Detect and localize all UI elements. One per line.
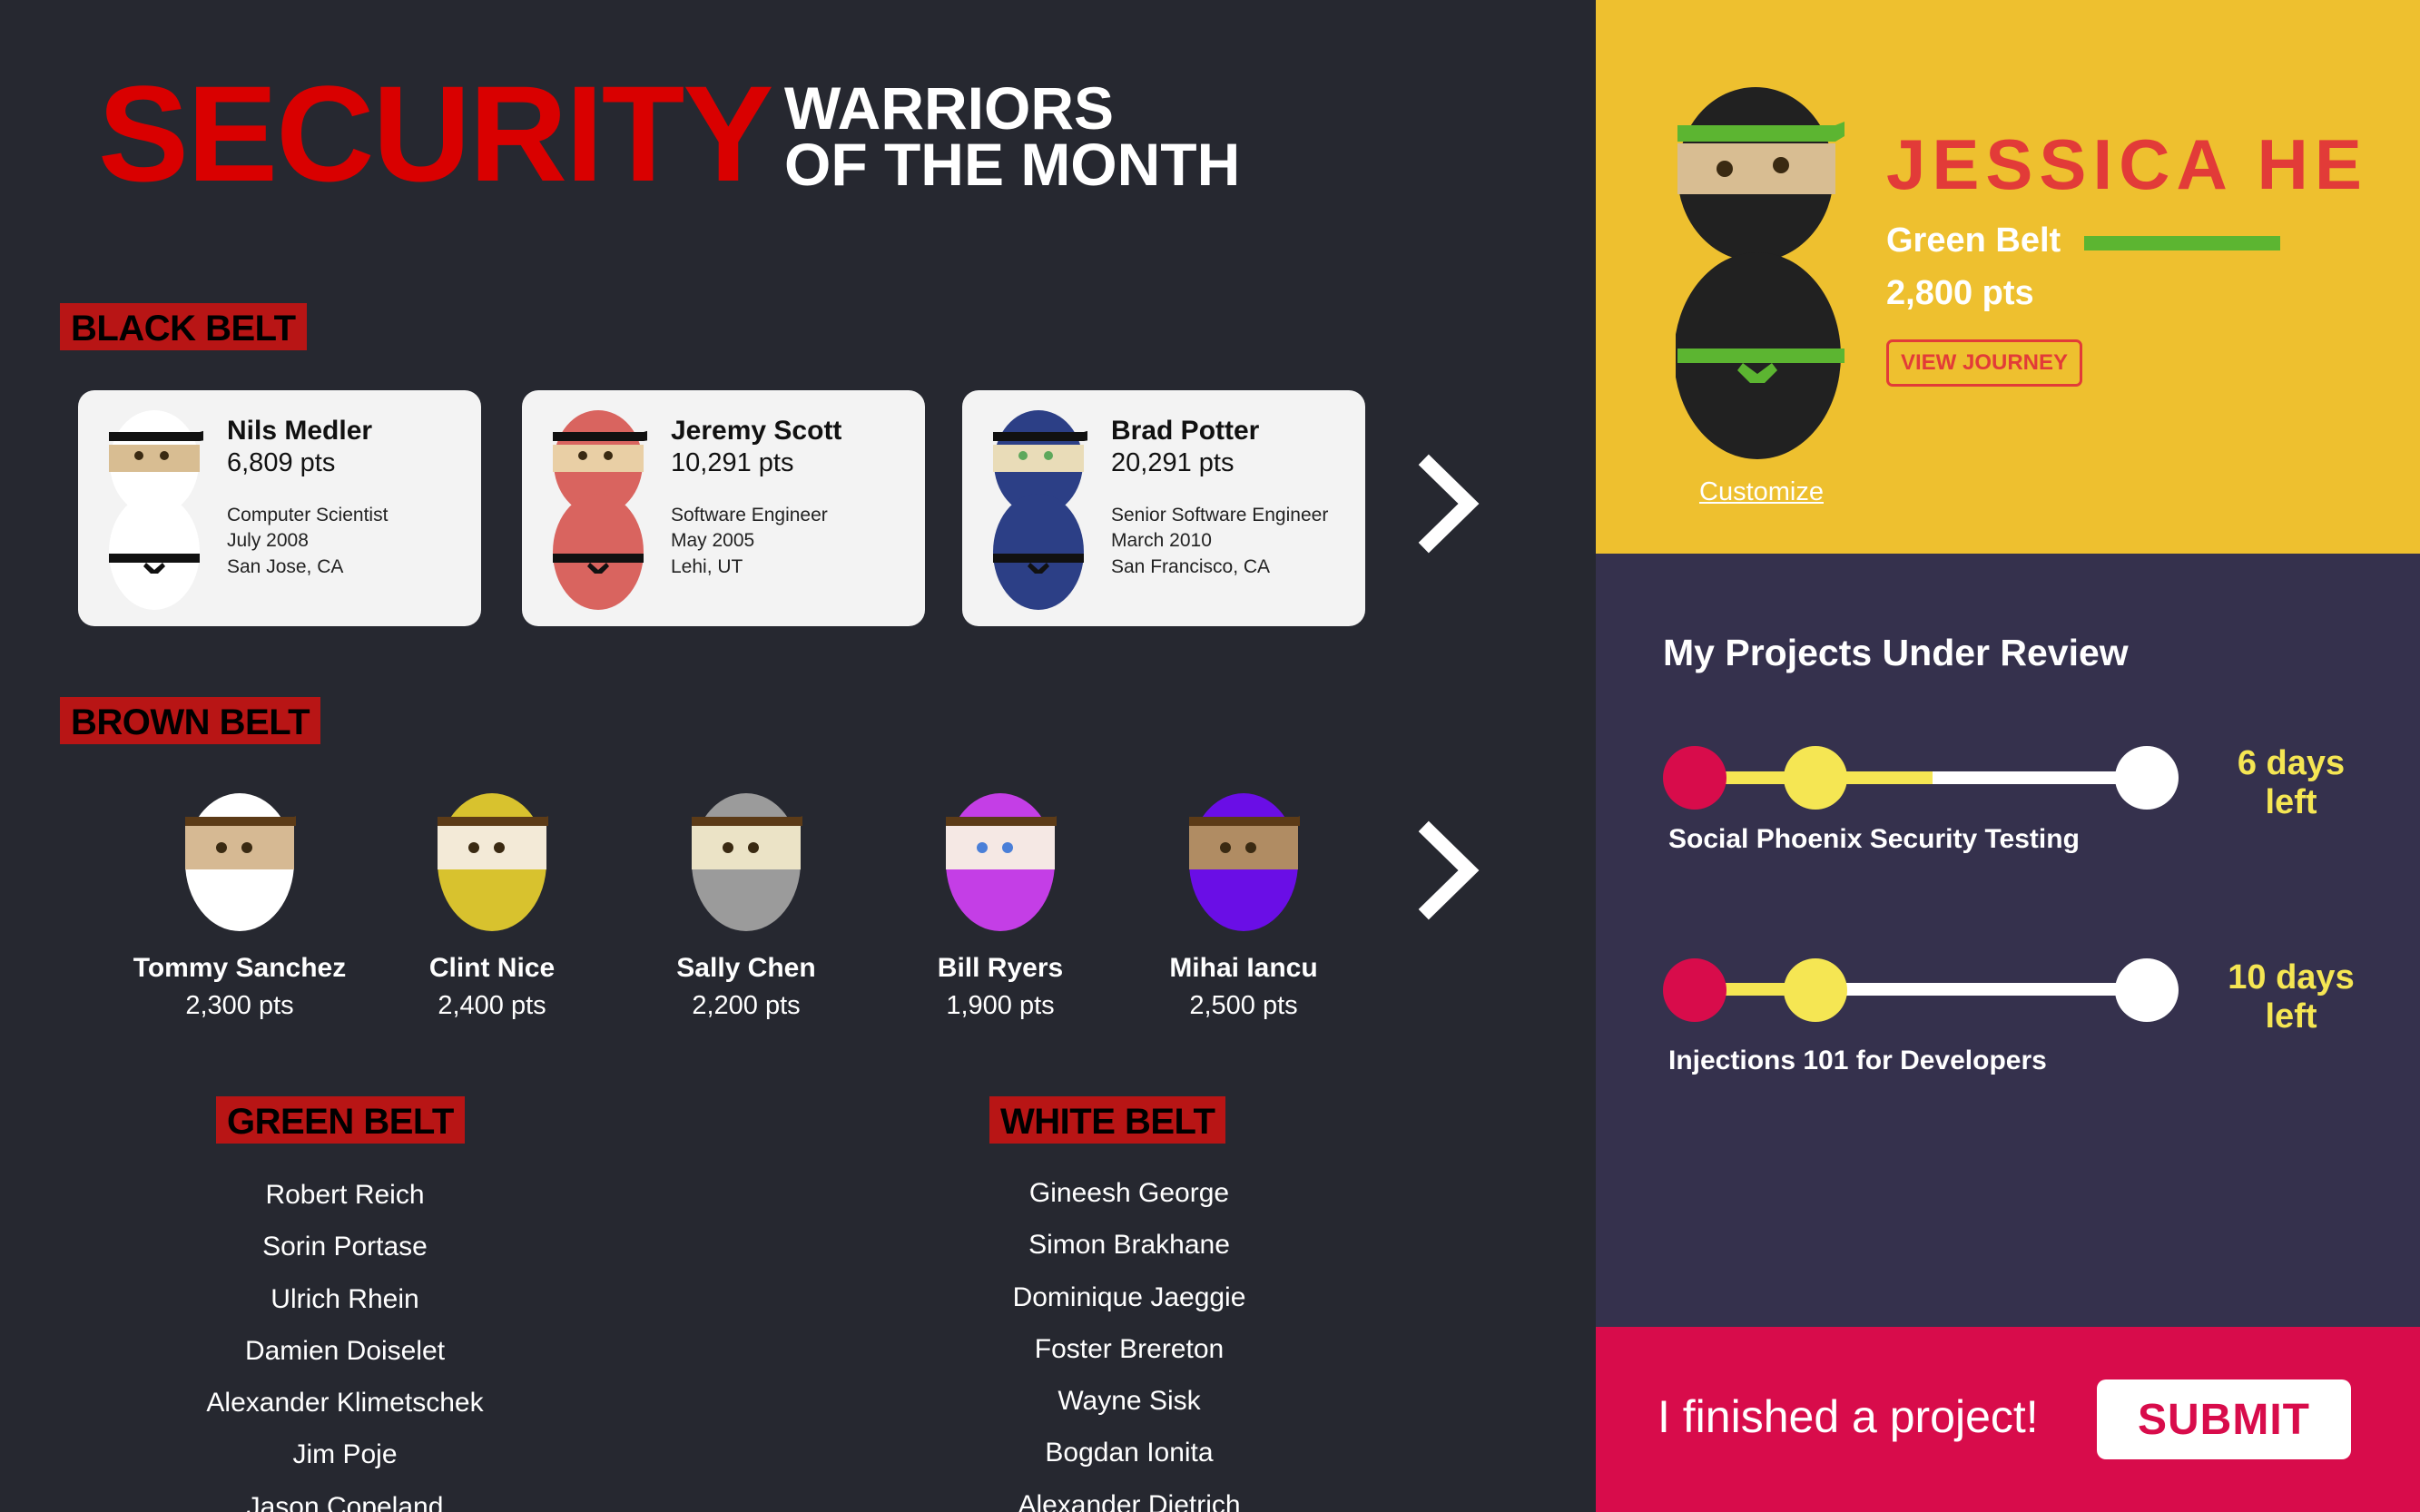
progress-marker: [1784, 746, 1847, 810]
subtitle-line-1: WARRIORS: [784, 74, 1114, 142]
member-role: Software Engineer: [671, 505, 828, 525]
chevron-right-icon[interactable]: [1412, 820, 1485, 920]
leaderboard-panel: SECURITY WARRIORS OF THE MONTH BLACK BEL…: [0, 0, 1596, 1512]
member-points: 10,291 pts: [671, 448, 794, 477]
black-belt-card[interactable]: Jeremy Scott 10,291 pts Software Enginee…: [522, 390, 925, 626]
profile-name: JESSICA HE: [1886, 124, 2368, 204]
list-item: Damien Doiselet: [244, 1335, 446, 1366]
list-item: Bogdan Ionita: [1045, 1438, 1214, 1468]
progress-track: [1694, 771, 2144, 784]
end-marker: [2115, 746, 2179, 810]
member-date: May 2005: [671, 530, 755, 551]
chevron-right-icon[interactable]: [1412, 454, 1485, 554]
list-item: Dominique Jaeggie: [1012, 1281, 1246, 1312]
list-item: Wayne Sisk: [1058, 1386, 1201, 1417]
member-points: 1,900 pts: [946, 991, 1055, 1020]
member-points: 6,809 pts: [227, 448, 336, 477]
days-left: 10 days left: [2200, 958, 2382, 1036]
ninja-head-icon: [438, 793, 559, 931]
list-item: Simon Brakhane: [1028, 1230, 1230, 1261]
list-item: Foster Brereton: [1034, 1333, 1225, 1364]
finished-prompt: I finished a project!: [1658, 1391, 2039, 1442]
brown-belt-member[interactable]: Sally Chen 2,200 pts: [628, 790, 864, 1020]
ninja-head-icon: [692, 793, 813, 931]
ninja-head-icon: [946, 793, 1067, 931]
ninja-avatar-icon: [1676, 87, 1845, 459]
member-role: Computer Scientist: [227, 505, 389, 525]
member-location: San Jose, CA: [227, 556, 344, 577]
page-title: SECURITY: [98, 57, 773, 210]
brown-belt-label: BROWN BELT: [60, 697, 321, 744]
profile-points: 2,800 pts: [1886, 274, 2034, 312]
white-belt-label: WHITE BELT: [989, 1096, 1226, 1144]
progress-marker: [1784, 958, 1847, 1022]
member-location: San Francisco, CA: [1111, 556, 1271, 577]
brown-belt-member[interactable]: Clint Nice 2,400 pts: [374, 790, 610, 1020]
progress-track: [1694, 983, 2144, 996]
ninja-avatar-icon: [553, 410, 647, 610]
member-role: Senior Software Engineer: [1111, 505, 1329, 525]
brown-belt-member[interactable]: Tommy Sanchez 2,300 pts: [122, 790, 358, 1020]
profile-belt: Green Belt: [1886, 221, 2061, 260]
list-item: Alexander Dietrich: [1018, 1489, 1241, 1512]
black-belt-card[interactable]: Brad Potter 20,291 pts Senior Software E…: [962, 390, 1365, 626]
member-name: Nils Medler: [227, 416, 373, 446]
days-left-count: 6 days: [2237, 744, 2346, 782]
member-name: Clint Nice: [428, 953, 556, 983]
member-points: 2,500 pts: [1189, 991, 1298, 1020]
white-belt-list: Gineesh George Simon Brakhane Dominique …: [902, 1167, 1356, 1512]
member-points: 2,400 pts: [438, 991, 546, 1020]
list-item: Alexander Klimetschek: [206, 1388, 484, 1419]
days-left-count: 10 days: [2228, 958, 2355, 997]
list-item: Gineesh George: [1028, 1178, 1230, 1208]
member-name: Tommy Sanchez: [133, 953, 347, 983]
days-left: 6 days left: [2200, 744, 2382, 822]
ninja-head-icon: [1189, 793, 1311, 931]
belt-color-bar: [2084, 236, 2280, 250]
member-date: July 2008: [227, 530, 309, 551]
brown-belt-member[interactable]: Bill Ryers 1,900 pts: [882, 790, 1118, 1020]
ninja-head-icon: [185, 793, 307, 931]
list-item: Sorin Portase: [262, 1232, 428, 1262]
member-location: Lehi, UT: [671, 556, 743, 577]
list-item: Jim Poje: [292, 1439, 398, 1470]
view-journey-button[interactable]: VIEW JOURNEY: [1886, 339, 2082, 387]
black-belt-card[interactable]: Nils Medler 6,809 pts Computer Scientist…: [78, 390, 481, 626]
list-item: Ulrich Rhein: [271, 1283, 419, 1314]
ninja-avatar-icon: [993, 410, 1087, 610]
member-points: 2,200 pts: [692, 991, 801, 1020]
subtitle-line-2: OF THE MONTH: [784, 131, 1241, 198]
start-marker: [1663, 746, 1726, 810]
member-points: 2,300 pts: [185, 991, 294, 1020]
green-belt-label: GREEN BELT: [216, 1096, 465, 1144]
ninja-avatar-icon: [109, 410, 203, 610]
start-marker: [1663, 958, 1726, 1022]
list-item: Robert Reich: [265, 1180, 425, 1210]
brown-belt-member[interactable]: Mihai Iancu 2,500 pts: [1126, 790, 1362, 1020]
member-name: Brad Potter: [1111, 416, 1260, 446]
projects-title: My Projects Under Review: [1663, 632, 2129, 673]
member-name: Jeremy Scott: [671, 416, 842, 446]
project-name: Social Phoenix Security Testing: [1668, 824, 2080, 854]
customize-link[interactable]: Customize: [1699, 477, 1824, 507]
black-belt-label: BLACK BELT: [60, 303, 307, 350]
member-points: 20,291 pts: [1111, 448, 1235, 477]
project-name: Injections 101 for Developers: [1668, 1046, 2047, 1075]
days-left-label: left: [2265, 783, 2317, 821]
member-date: March 2010: [1111, 530, 1212, 551]
end-marker: [2115, 958, 2179, 1022]
member-name: Bill Ryers: [937, 953, 1064, 983]
member-name: Mihai Iancu: [1169, 953, 1318, 983]
member-name: Sally Chen: [676, 953, 816, 983]
list-item: Jason Copeland: [246, 1491, 444, 1512]
submit-button[interactable]: SUBMIT: [2097, 1379, 2351, 1459]
days-left-label: left: [2265, 997, 2317, 1036]
green-belt-list: Robert Reich Sorin Portase Ulrich Rhein …: [118, 1169, 572, 1512]
page-subtitle: WARRIORS OF THE MONTH: [784, 74, 1241, 198]
